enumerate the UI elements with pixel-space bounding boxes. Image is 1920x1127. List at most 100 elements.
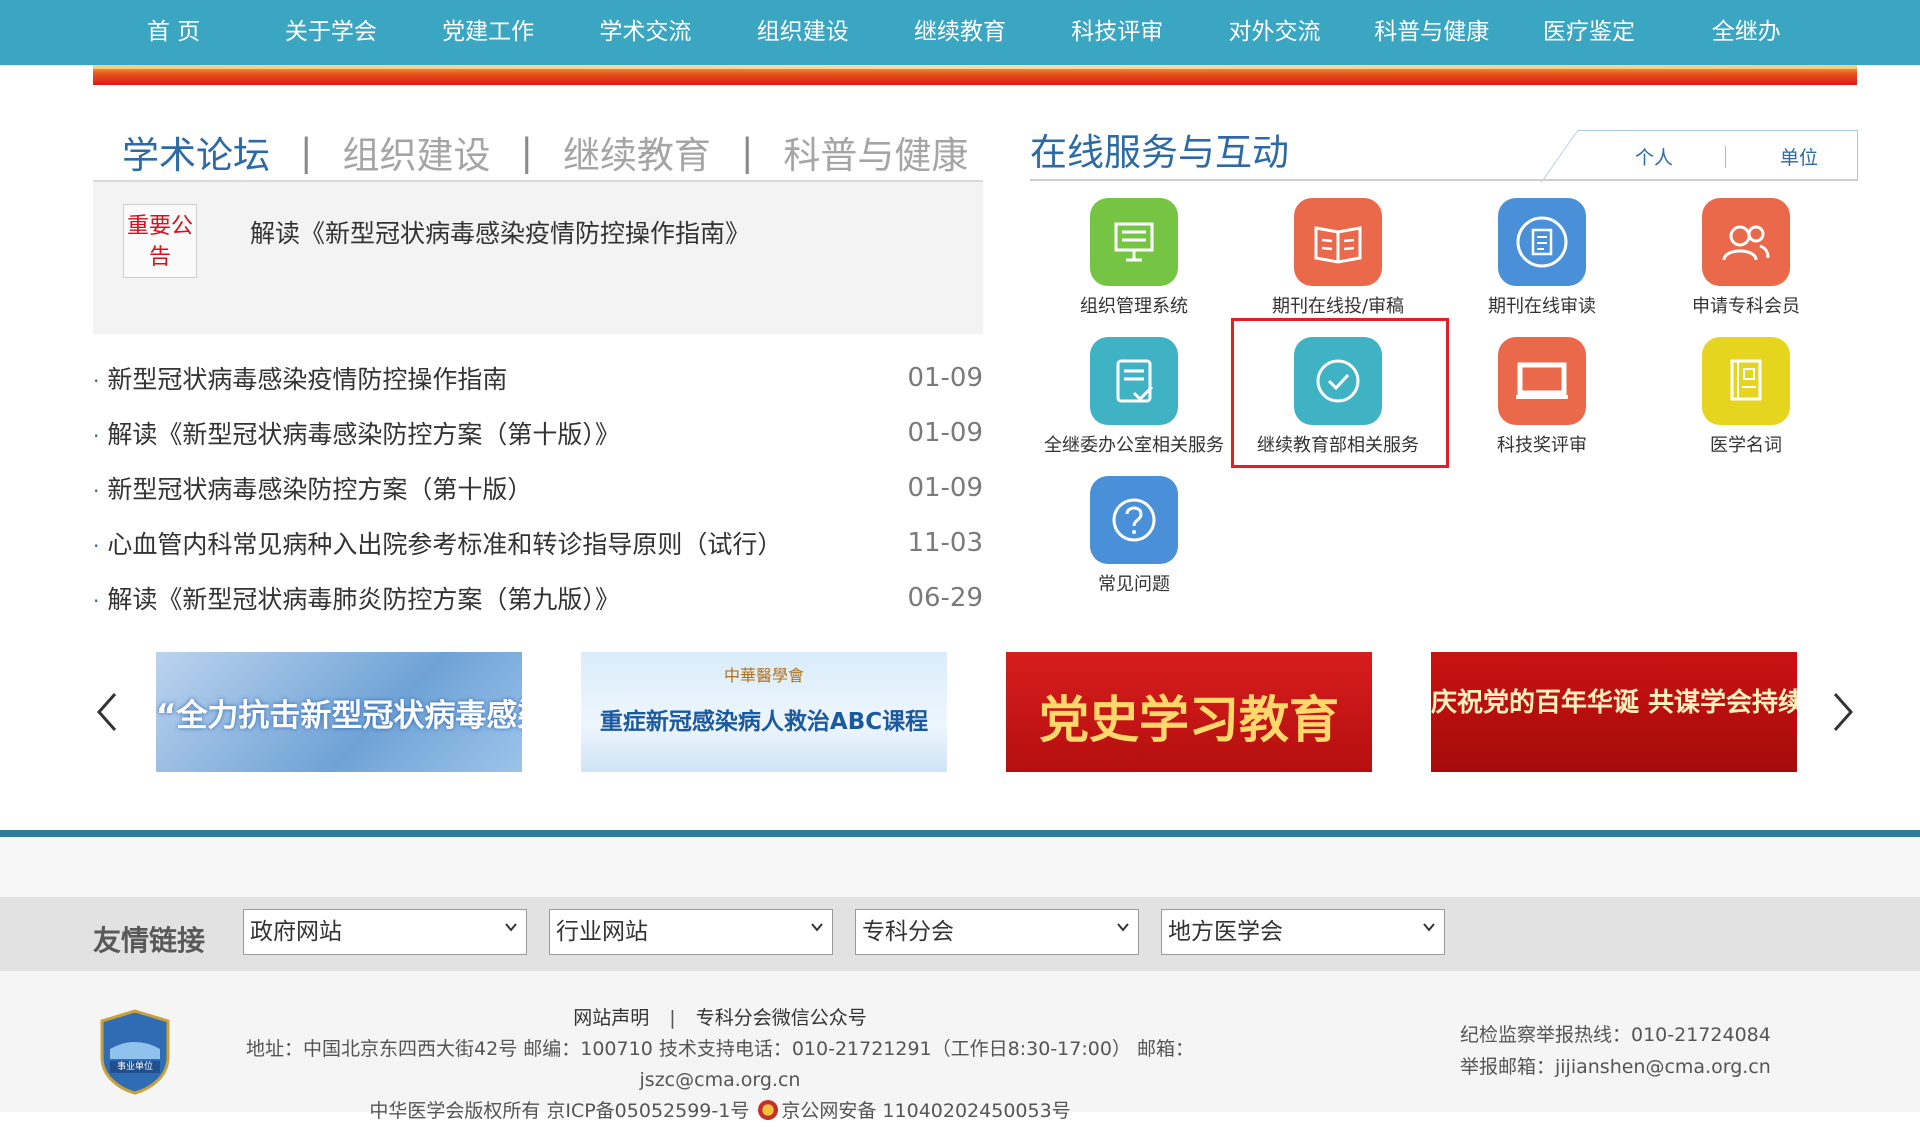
footer-links: 网站声明 | 专科分会微信公众号 bbox=[170, 1003, 1270, 1034]
news-item-title[interactable]: 新型冠状病毒感染防控方案（第十版） bbox=[107, 475, 532, 504]
nav-item[interactable]: 科普与健康 bbox=[1353, 0, 1510, 65]
news-item-title-wrap: · 解读《新型冠状病毒肺炎防控方案（第九版）》 bbox=[93, 580, 620, 616]
footer-copyright[interactable]: 中华医学会版权所有 京ICP备05052599-1号 bbox=[369, 1100, 749, 1122]
news-item-date: 06-29 bbox=[907, 582, 983, 613]
carousel-prev-button[interactable] bbox=[93, 690, 123, 740]
nav-item[interactable]: 组织建设 bbox=[724, 0, 881, 65]
footer-spacer bbox=[0, 837, 1920, 897]
select-label: 政府网站 bbox=[250, 919, 342, 945]
site-footer: 事业单位 网站声明 | 专科分会微信公众号 地址：中国北京东四西大街42号 邮编… bbox=[0, 971, 1920, 1122]
tab-separator: | bbox=[520, 130, 533, 174]
report-email: 举报邮箱：jijianshen@cma.org.cn bbox=[1460, 1056, 1771, 1078]
nav-item[interactable]: 对外交流 bbox=[1196, 0, 1353, 65]
footer-band bbox=[0, 830, 1920, 837]
public-institution-emblem: 事业单位 bbox=[98, 1009, 172, 1095]
service-label: 期刊在线投/审稿 bbox=[1271, 296, 1405, 317]
carousel-next-button[interactable] bbox=[1827, 690, 1857, 740]
dictionary-icon bbox=[1702, 337, 1790, 425]
select-local-associations[interactable]: 地方医学会 bbox=[1161, 909, 1445, 955]
tab-unit[interactable]: 单位 bbox=[1780, 143, 1818, 170]
banner-strip bbox=[93, 65, 1857, 85]
news-item-title-wrap: · 解读《新型冠状病毒感染防控方案（第十版）》 bbox=[93, 415, 620, 451]
police-badge-icon bbox=[758, 1100, 779, 1120]
select-government-sites[interactable]: 政府网站 bbox=[243, 909, 527, 955]
chevron-down-icon bbox=[1423, 923, 1435, 932]
select-specialty-branches[interactable]: 专科分会 bbox=[855, 909, 1139, 955]
tab-science-health[interactable]: 科普与健康 bbox=[783, 125, 968, 179]
question-circle-icon bbox=[1090, 476, 1178, 564]
news-item-title[interactable]: 解读《新型冠状病毒感染防控方案（第十版）》 bbox=[107, 420, 620, 449]
news-item-title[interactable]: 心血管内科常见病种入出院参考标准和转诊指导原则（试行） bbox=[107, 530, 782, 559]
nav-item[interactable]: 学术交流 bbox=[567, 0, 724, 65]
document-circle-icon bbox=[1498, 198, 1586, 286]
service-item[interactable]: 组织管理系统 bbox=[1034, 198, 1234, 318]
service-label: 医学名词 bbox=[1710, 435, 1782, 456]
news-item[interactable]: · 新型冠状病毒感染疫情防控操作指南 01-09 bbox=[93, 350, 983, 405]
tab-organization[interactable]: 组织建设 bbox=[342, 125, 490, 179]
services-tabs: 个人 单位 bbox=[1585, 130, 1858, 181]
news-item-date: 01-09 bbox=[907, 472, 983, 503]
wechat-account-link[interactable]: 专科分会微信公众号 bbox=[696, 1007, 867, 1029]
carousel-slide-2[interactable]: 中華醫學會 重症新冠感染病人救治ABC课程 bbox=[581, 652, 947, 772]
important-notice: 重要公告 解读《新型冠状病毒感染疫情防控操作指南》 bbox=[93, 182, 983, 334]
footer-address: 地址：中国北京东四西大街42号 邮编：100710 技术支持电话：010-217… bbox=[246, 1038, 1194, 1091]
nav-item[interactable]: 党建工作 bbox=[410, 0, 567, 65]
bullet-icon: · bbox=[93, 368, 100, 393]
friend-links-bar: 友情链接 政府网站 行业网站 专科分会 地方医学会 bbox=[0, 897, 1920, 971]
emblem-text: 事业单位 bbox=[116, 1062, 153, 1072]
nav-item[interactable]: 医疗鉴定 bbox=[1510, 0, 1667, 65]
news-item-date: 01-09 bbox=[907, 362, 983, 393]
carousel-slide-4[interactable]: 庆祝党的百年华诞 共谋学会持续发展 bbox=[1431, 652, 1797, 772]
news-item-date: 01-09 bbox=[907, 417, 983, 448]
service-item[interactable]: 期刊在线审读 bbox=[1442, 198, 1642, 318]
nav-item[interactable]: 首 页 bbox=[95, 0, 252, 65]
chevron-down-icon bbox=[1117, 923, 1129, 932]
chevron-left-icon bbox=[96, 693, 117, 731]
highlight-box bbox=[1231, 318, 1449, 468]
clipboard-check-icon bbox=[1090, 337, 1178, 425]
service-item[interactable]: 常见问题 bbox=[1034, 476, 1234, 596]
chevron-down-icon bbox=[505, 923, 517, 932]
banner-carousel: “全力抗击新型冠状病毒感染疫情” 中華醫學會 重症新冠感染病人救治ABC课程 党… bbox=[93, 652, 1857, 772]
news-item-title-wrap: · 新型冠状病毒感染防控方案（第十版） bbox=[93, 470, 532, 506]
tab-divider bbox=[1725, 146, 1726, 168]
bullet-icon: · bbox=[93, 478, 100, 503]
notice-title-link[interactable]: 解读《新型冠状病毒感染疫情防控操作指南》 bbox=[250, 214, 750, 250]
news-item[interactable]: · 新型冠状病毒感染防控方案（第十版） 01-09 bbox=[93, 460, 983, 515]
service-label: 科技奖评审 bbox=[1497, 435, 1587, 456]
tab-personal[interactable]: 个人 bbox=[1635, 143, 1673, 170]
news-item-title[interactable]: 新型冠状病毒感染疫情防控操作指南 bbox=[107, 365, 507, 394]
select-industry-sites[interactable]: 行业网站 bbox=[549, 909, 833, 955]
bullet-icon: · bbox=[93, 423, 100, 448]
news-item-title[interactable]: 解读《新型冠状病毒肺炎防控方案（第九版）》 bbox=[107, 585, 620, 614]
tab-academic-forum[interactable]: 学术论坛 bbox=[122, 125, 270, 179]
service-item[interactable]: 医学名词 bbox=[1646, 337, 1846, 457]
service-label: 常见问题 bbox=[1098, 574, 1170, 595]
nav-item[interactable]: 关于学会 bbox=[252, 0, 409, 65]
service-item[interactable]: 全继委办公室相关服务 bbox=[1034, 337, 1234, 457]
news-list: · 新型冠状病毒感染疫情防控操作指南 01-09 · 解读《新型冠状病毒感染防控方案（第… bbox=[93, 350, 983, 625]
footer-police-record[interactable]: 京公网安备 11040202450053号 bbox=[781, 1100, 1070, 1122]
service-item[interactable]: 申请专科会员 bbox=[1646, 198, 1846, 318]
news-tabs: 学术论坛 | 组织建设 | 继续教育 | 科普与健康 bbox=[122, 122, 968, 182]
nav-item[interactable]: 继续教育 bbox=[881, 0, 1038, 65]
slide-2-text: 重症新冠感染病人救治ABC课程 bbox=[599, 709, 929, 735]
service-item[interactable]: 期刊在线投/审稿 bbox=[1238, 198, 1438, 318]
top-navigation: 首 页关于学会 党建工作 学术交流 组织建设 继续教育 科技评审 对外交流 科普与健康 医疗鉴定… bbox=[0, 0, 1920, 65]
site-statement-link[interactable]: 网站声明 bbox=[573, 1007, 649, 1029]
bullet-icon: · bbox=[93, 588, 100, 613]
chevron-right-icon bbox=[1833, 693, 1854, 731]
service-item[interactable]: 科技奖评审 bbox=[1442, 337, 1642, 457]
carousel-slide-3[interactable]: 党史学习教育 bbox=[1006, 652, 1372, 772]
tab-continuing-education[interactable]: 继续教育 bbox=[563, 125, 711, 179]
nav-item[interactable]: 全继办 bbox=[1668, 0, 1825, 65]
select-label: 专科分会 bbox=[862, 919, 954, 945]
news-item-date: 11-03 bbox=[907, 527, 983, 558]
nav-item[interactable]: 科技评审 bbox=[1039, 0, 1196, 65]
news-item[interactable]: · 解读《新型冠状病毒肺炎防控方案（第九版）》 06-29 bbox=[93, 570, 983, 625]
news-item[interactable]: · 解读《新型冠状病毒感染防控方案（第十版）》 01-09 bbox=[93, 405, 983, 460]
news-item[interactable]: · 心血管内科常见病种入出院参考标准和转诊指导原则（试行） 11-03 bbox=[93, 515, 983, 570]
services-divider bbox=[1030, 179, 1857, 181]
services-title: 在线服务与互动 bbox=[1030, 131, 1289, 174]
carousel-slide-1[interactable]: “全力抗击新型冠状病毒感染疫情” bbox=[156, 652, 522, 772]
